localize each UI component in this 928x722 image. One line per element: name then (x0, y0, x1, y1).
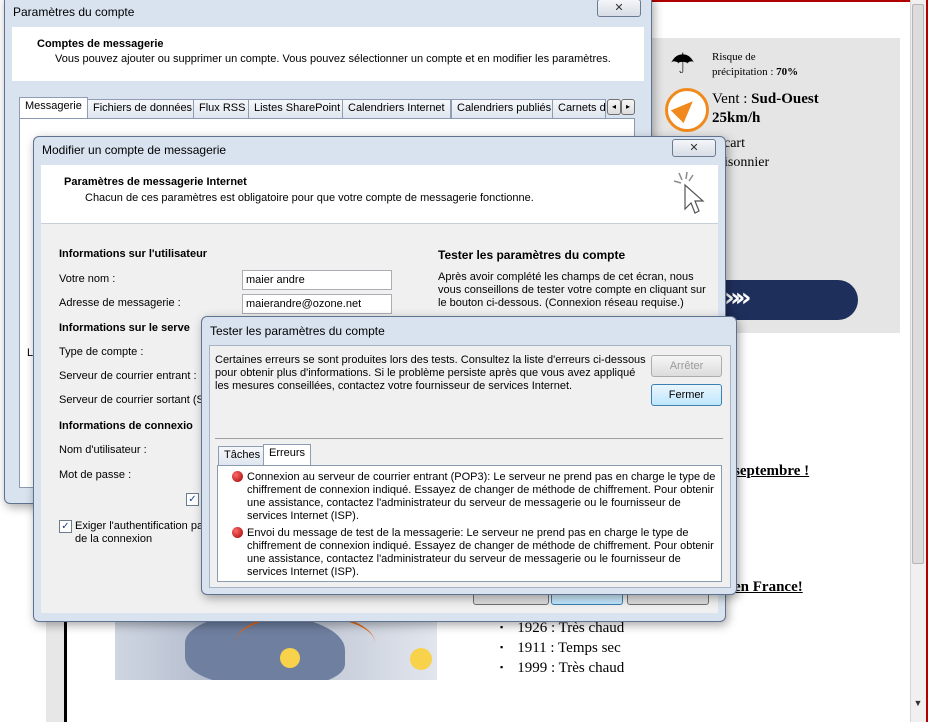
dialog-divider (215, 438, 723, 439)
accounts-heading: Comptes de messagerie (37, 38, 164, 50)
tab-taches[interactable]: Tâches (218, 446, 267, 465)
name-field[interactable]: maier andre (242, 270, 392, 290)
username-label: Nom d'utilisateur : (59, 444, 147, 456)
remember-password-checkbox[interactable]: ✓ (186, 493, 199, 506)
error-item-pop3: Connexion au serveur de courrier entrant… (247, 471, 716, 522)
email-field[interactable]: maierandre@ozone.net (242, 294, 392, 314)
login-info-heading: Informations de connexio (59, 420, 193, 432)
tab-scroll-right-icon[interactable]: ▸ (621, 99, 635, 115)
tab-erreurs[interactable]: Erreurs (263, 444, 312, 465)
sun-icon (280, 648, 300, 668)
tab-scroll-left-icon[interactable]: ◂ (607, 99, 621, 115)
rain-risk: Risque de précipitation : 70% (712, 50, 798, 80)
error-icon (232, 471, 243, 482)
errors-list: Connexion au serveur de courrier entrant… (217, 465, 722, 582)
tab-listes-sharepoint[interactable]: Listes SharePoint (248, 99, 347, 118)
list-item: 1999 : Très chaud (500, 658, 624, 678)
scroll-down-arrow-icon[interactable]: ▼ (912, 698, 924, 712)
accounts-description: Vous pouvez ajouter ou supprimer un comp… (55, 53, 611, 65)
list-item: 1911 : Temps sec (500, 638, 624, 658)
sun-icon (410, 648, 432, 670)
email-label: Adresse de messagerie : (59, 297, 181, 309)
weather-history-list: 1926 : Très chaud 1911 : Temps sec 1999 … (500, 618, 624, 678)
error-item-smtp: Envoi du message de test de la messageri… (247, 527, 714, 578)
spa-checkbox[interactable]: ✓ (59, 520, 72, 533)
stop-button[interactable]: Arrêter (651, 355, 722, 377)
wind-direction: Sud-Ouest (751, 91, 819, 107)
name-label: Votre nom : (59, 273, 116, 285)
accounts-header-panel: Comptes de messagerie Vous pouvez ajoute… (12, 27, 644, 81)
rain-risk-value: 70% (776, 66, 799, 78)
september-link[interactable]: septembre ! (734, 463, 809, 480)
settings-heading: Paramètres de messagerie Internet (64, 176, 247, 188)
server-info-heading: Informations sur le serve (59, 322, 190, 334)
account-type-label: Type de compte : (59, 346, 144, 358)
france-link[interactable]: en France! (734, 579, 803, 596)
test-result-message: Certaines erreurs se sont produites lors… (215, 354, 646, 392)
spa-label: Exiger l'authentification pa de la conne… (75, 520, 204, 545)
tab-fichiers-de-donnees[interactable]: Fichiers de données (87, 99, 199, 118)
tab-flux-rss[interactable]: Flux RSS (193, 99, 252, 118)
close-icon[interactable]: ✕ (597, 0, 641, 17)
chevrons-icon: »» (724, 283, 751, 313)
rain-risk-label: Risque de précipitation : (712, 51, 774, 78)
user-info-heading: Informations sur l'utilisateur (59, 248, 208, 260)
wind-info: Vent : Sud-Ouest 25km/h (712, 90, 819, 128)
weather-text-fragment-1: cart (724, 136, 745, 151)
scrollbar-thumb[interactable] (912, 4, 924, 564)
tab-carnets[interactable]: Carnets d (552, 99, 606, 118)
test-settings-description: Après avoir complété les champs de cet é… (438, 271, 706, 309)
test-settings-heading: Tester les paramètres du compte (438, 248, 626, 262)
error-icon (232, 527, 243, 538)
test-dialog-body: Certaines erreurs se sont produites lors… (209, 345, 731, 588)
close-button[interactable]: Fermer (651, 384, 722, 406)
weather-text-fragment-2: isonnier (724, 155, 770, 170)
dialog-title: Tester les paramètres du compte (210, 324, 385, 338)
incoming-server-label: Serveur de courrier entrant : (59, 370, 197, 382)
window-title: Paramètres du compte (13, 5, 135, 19)
wind-label: Vent : (712, 91, 752, 107)
settings-subheading: Chacun de ces paramètres est obligatoire… (85, 192, 534, 204)
outgoing-server-label: Serveur de courrier sortant (S (59, 394, 204, 406)
password-label: Mot de passe : (59, 469, 132, 481)
tab-calendriers-internet[interactable]: Calendriers Internet (342, 99, 451, 118)
test-settings-dialog: Tester les paramètres du compte Certaine… (201, 316, 737, 595)
wind-speed: 25km/h (712, 110, 761, 126)
tab-messagerie[interactable]: Messagerie (19, 97, 88, 118)
window-title: Modifier un compte de messagerie (42, 143, 227, 157)
tab-calendriers-publies[interactable]: Calendriers publiés (451, 99, 558, 118)
window-border-top (640, 0, 928, 2)
map-front-line (235, 613, 375, 673)
close-icon[interactable]: ✕ (672, 139, 716, 157)
cursor-sparkle-icon (673, 171, 707, 215)
umbrella-icon: ☂ (670, 47, 696, 80)
